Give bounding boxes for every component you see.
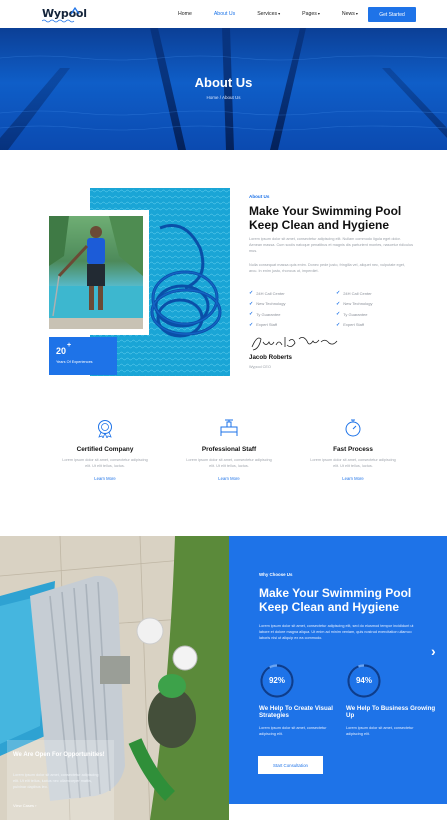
feature-text: Lorem ipsum dolor sit amet, consectetur … xyxy=(62,458,148,468)
chevron-down-icon: ▾ xyxy=(278,11,281,16)
checkmark-icon: ✓ xyxy=(336,311,341,318)
checkmark-icon: ✓ xyxy=(336,321,341,328)
why-feature-title: We Help To Business Growing Up xyxy=(346,705,436,720)
main-menu: Home About Us Services▾ Pages▾ News▾ xyxy=(178,11,380,17)
about-paragraph-1: Lorem ipsum dolor sit amet, consectetur … xyxy=(249,237,413,253)
checkmark-icon: ✓ xyxy=(336,300,341,307)
features-checklist-left: ✓ 24H Call Center ✓ New Technology ✓ Ty Gua… xyxy=(249,288,285,330)
nav-about-us[interactable]: About Us xyxy=(214,11,235,17)
list-item: ✓ Expert Staff xyxy=(249,321,278,328)
opportunities-title: We Are Open For Opportunities! xyxy=(13,752,105,758)
feature-card-fast: Fast Process Lorem ipsum dolor sit amet,… xyxy=(303,418,403,481)
why-paragraph: Lorem ipsum dolor sit amet, consectetur … xyxy=(259,624,414,640)
pool-cleaner-photo xyxy=(43,210,149,335)
experience-plus: + xyxy=(67,342,72,349)
list-item: ✓ Ty Guarantee xyxy=(336,311,368,318)
feature-card-certified: Certified Company Lorem ipsum dolor sit … xyxy=(55,418,155,481)
progress-value: 94% xyxy=(355,676,372,685)
nav-home[interactable]: Home xyxy=(178,11,192,17)
why-feature-title: We Help To Create Visual Strategies xyxy=(259,705,333,720)
top-navbar: Wypool Home About Us Services▾ Pages▾ Ne… xyxy=(0,0,447,28)
list-item: ✓ Expert Staff xyxy=(336,321,365,328)
stopwatch-icon xyxy=(345,419,361,437)
learn-more-link[interactable]: Learn More xyxy=(179,476,279,481)
breadcrumb[interactable]: Home / About Us xyxy=(0,95,447,100)
list-item: ✓ 24H Call Center xyxy=(336,290,372,297)
start-consultation-button[interactable]: Start Consultation xyxy=(258,756,323,774)
section-eyebrow: About Us xyxy=(249,194,270,199)
arrow-right-icon: › xyxy=(35,803,37,808)
chevron-down-icon: ▾ xyxy=(317,11,320,16)
checkmark-icon: ✓ xyxy=(249,300,254,307)
checkmark-icon: ✓ xyxy=(249,321,254,328)
experience-label: Years Of Experiences xyxy=(56,360,93,364)
opportunities-text: Lorem ipsum dolor sit amet, consectetur … xyxy=(13,773,99,789)
learn-more-link[interactable]: Learn More xyxy=(55,476,155,481)
learn-more-link[interactable]: Learn More xyxy=(303,476,403,481)
ceo-signature xyxy=(251,337,338,351)
nav-pages[interactable]: Pages▾ xyxy=(302,11,320,17)
list-item: ✓ 24H Call Center xyxy=(249,290,285,297)
page-title: About Us xyxy=(194,75,253,90)
about-heading: Make Your Swimming Pool Keep Clean and H… xyxy=(249,204,402,232)
checkmark-icon: ✓ xyxy=(249,290,254,297)
chevron-down-icon: ▾ xyxy=(355,11,358,16)
feature-title: Fast Process xyxy=(333,446,373,453)
award-badge-icon xyxy=(98,420,112,438)
feature-text: Lorem ipsum dolor sit amet, consectetur … xyxy=(310,458,396,468)
ceo-role: Wypool CEO xyxy=(249,365,271,369)
feature-title: Certified Company xyxy=(76,446,134,453)
nav-services[interactable]: Services▾ xyxy=(257,11,280,17)
list-item: ✓ New Technology xyxy=(336,300,373,307)
page-hero-banner: About Us Home / About Us xyxy=(0,28,447,150)
why-feature-text: Lorem ipsum dolor sit amet, consectetur … xyxy=(346,726,414,736)
why-heading: Make Your Swimming Pool Keep Clean and H… xyxy=(259,586,412,614)
experience-badge: 20 + Years Of Experiences xyxy=(49,337,117,375)
chevron-right-icon[interactable]: › xyxy=(431,643,436,659)
why-feature-text: Lorem ipsum dolor sit amet, consectetur … xyxy=(259,726,327,736)
checkmark-icon: ✓ xyxy=(249,311,254,318)
section-eyebrow: Why Choose Us xyxy=(259,572,293,577)
feature-card-staff: Professional Staff Lorem ipsum dolor sit… xyxy=(179,418,279,481)
get-started-button[interactable]: Get Started xyxy=(368,7,416,22)
view-cases-link[interactable]: View Cases › xyxy=(13,803,37,808)
checkmark-icon: ✓ xyxy=(336,290,341,297)
progress-value: 92% xyxy=(268,676,285,685)
feature-text: Lorem ipsum dolor sit amet, consectetur … xyxy=(186,458,272,468)
pipe-valve-icon xyxy=(220,419,238,436)
list-item: ✓ New Technology xyxy=(249,300,286,307)
list-item: ✓ Ty Guarantee xyxy=(249,311,281,318)
features-checklist-right: ✓ 24H Call Center ✓ New Technology ✓ Ty Gua… xyxy=(336,288,372,330)
about-paragraph-2: Nulla consequat massa quis enim. Donec p… xyxy=(249,263,405,273)
logo-wave-icon xyxy=(42,19,75,23)
feature-title: Professional Staff xyxy=(201,446,257,453)
nav-news[interactable]: News▾ xyxy=(342,11,358,17)
experience-number: 20 xyxy=(56,346,67,356)
ceo-name: Jacob Roberts xyxy=(249,354,292,361)
logo-roof-icon xyxy=(70,6,80,15)
